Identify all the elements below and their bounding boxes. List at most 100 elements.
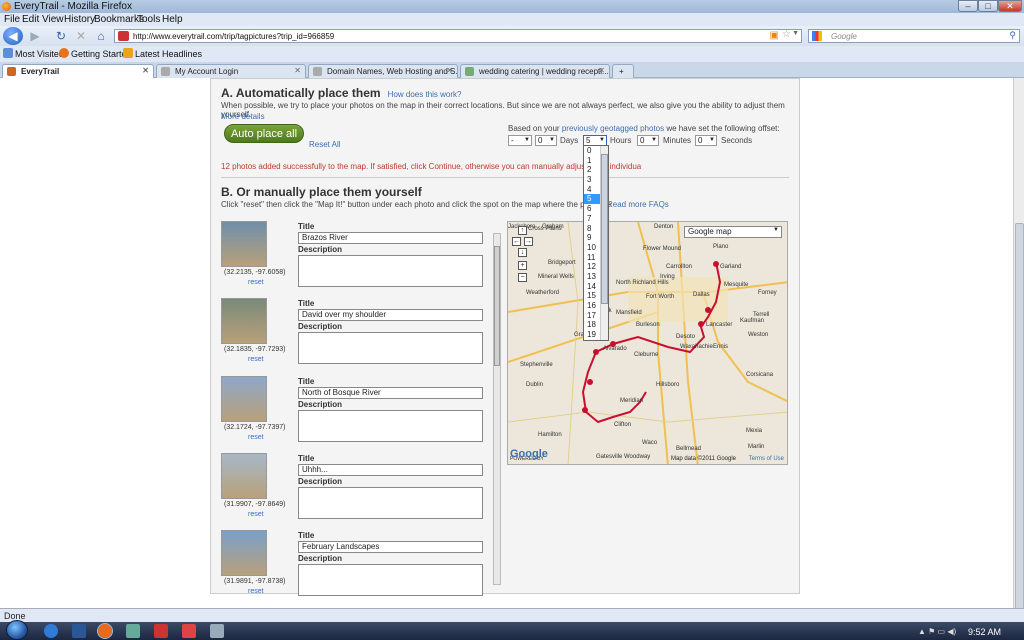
google-search-engine-icon[interactable] [812, 31, 822, 41]
reload-icon[interactable]: ↻ [52, 28, 70, 44]
close-tab-icon[interactable]: ✕ [142, 66, 149, 75]
more-details-link[interactable]: More details [221, 112, 265, 121]
app-icon[interactable] [154, 624, 168, 638]
minimize-button[interactable]: – [958, 0, 978, 12]
app-icon[interactable] [182, 624, 196, 638]
scrollbar-thumb[interactable] [494, 246, 500, 366]
how-does-this-work-link[interactable]: How does this work? [388, 90, 462, 99]
photo-marker[interactable] [705, 307, 711, 313]
photo-title-input[interactable]: North of Bosque River [298, 387, 483, 399]
search-magnifier-icon[interactable]: ⚲ [1009, 30, 1016, 41]
bookmark-latest-headlines[interactable]: Latest Headlines [135, 49, 202, 59]
photo-thumbnail[interactable] [221, 221, 267, 267]
menu-help[interactable]: Help [162, 14, 183, 25]
close-tab-icon[interactable]: ✕ [446, 66, 453, 75]
address-bar[interactable]: http://www.everytrail.com/trip/tagpictur… [114, 29, 802, 43]
menu-history[interactable]: History [64, 14, 95, 25]
menu-edit[interactable]: Edit [22, 14, 39, 25]
read-more-faqs-link[interactable]: Read more FAQs [607, 200, 669, 209]
forward-button[interactable]: ▶ [26, 28, 44, 44]
photo-reset-link[interactable]: reset [248, 511, 264, 518]
photo-reset-link[interactable]: reset [248, 279, 264, 286]
internet-explorer-icon[interactable] [44, 624, 58, 638]
site-favicon [118, 31, 129, 41]
photo-description-input[interactable] [298, 564, 483, 596]
tray-icons[interactable]: ▲ ⚑ ▭ ◀) [918, 627, 956, 636]
map-city-label: Waxahachie [680, 344, 713, 350]
terms-of-use-link[interactable]: Terms of Use [749, 456, 784, 462]
map-type-select[interactable]: Google map ▼ [684, 226, 782, 238]
menu-view[interactable]: View [42, 14, 64, 25]
home-icon[interactable]: ⌂ [92, 28, 110, 44]
photo-thumbnail[interactable] [221, 298, 267, 344]
start-button[interactable] [6, 620, 28, 640]
bookmark-star-icon[interactable]: ☆ [782, 29, 791, 40]
firefox-taskbar-icon[interactable] [97, 623, 113, 639]
photo-description-input[interactable] [298, 332, 483, 364]
bookmark-most-visited[interactable]: Most Visited [15, 49, 64, 59]
pan-right-icon[interactable]: → [524, 237, 533, 246]
zoom-out-icon[interactable]: − [518, 273, 527, 282]
photo-thumbnail[interactable] [221, 453, 267, 499]
url-dropdown-icon[interactable]: ▼ [792, 30, 799, 37]
minutes-select[interactable]: 0 ▼ [637, 135, 659, 146]
photo-title-input[interactable]: David over my shoulder [298, 309, 483, 321]
photo-list-scrollbar[interactable] [493, 233, 501, 585]
title-label: Title [298, 299, 315, 308]
photo-marker[interactable] [593, 349, 599, 355]
photo-marker[interactable] [587, 379, 593, 385]
photo-description-input[interactable] [298, 255, 483, 287]
pan-left-icon[interactable]: ← [512, 237, 521, 246]
stop-icon[interactable]: ✕ [72, 28, 90, 44]
close-tab-icon[interactable]: ✕ [598, 66, 605, 75]
photo-marker[interactable] [713, 261, 719, 267]
app-icon[interactable] [210, 624, 224, 638]
sign-select[interactable]: - ▼ [508, 135, 532, 146]
scrollbar-thumb[interactable] [1015, 223, 1024, 633]
google-map[interactable]: JacksboroDentonLewisvilleAllenPlanoFlowe… [507, 221, 788, 465]
dropdown-scrollbar[interactable] [600, 146, 608, 340]
back-button[interactable]: ◀ [3, 27, 23, 45]
reset-all-link[interactable]: Reset All [309, 140, 341, 149]
photo-description-input[interactable] [298, 410, 483, 442]
pan-down-icon[interactable]: ↓ [518, 248, 527, 257]
app-icon[interactable] [126, 624, 140, 638]
pan-up-icon[interactable]: ↑ [518, 226, 527, 235]
photo-marker[interactable] [582, 407, 588, 413]
word-icon[interactable] [72, 624, 86, 638]
close-button[interactable]: ✕ [998, 0, 1022, 12]
tab-domain-names[interactable]: Domain Names, Web Hosting and S... ✕ [308, 64, 458, 78]
close-tab-icon[interactable]: ✕ [294, 66, 301, 75]
menu-tools[interactable]: Tools [137, 14, 160, 25]
photo-title-input[interactable]: Brazos River [298, 232, 483, 244]
photo-reset-link[interactable]: reset [248, 588, 264, 595]
zoom-in-icon[interactable]: + [518, 261, 527, 270]
tab-everytrail[interactable]: EveryTrail ✕ [2, 64, 154, 78]
tab-my-account-login[interactable]: My Account Login ✕ [156, 64, 306, 78]
photo-thumbnail[interactable] [221, 530, 267, 576]
previously-geotagged-link[interactable]: previously geotagged photos [562, 124, 664, 133]
photo-title-input[interactable]: February Landscapes [298, 541, 483, 553]
maximize-button[interactable]: □ [978, 0, 998, 12]
tab-wedding-catering[interactable]: wedding catering | wedding recepti... ✕ [460, 64, 610, 78]
photo-title-input[interactable]: Uhhh... [298, 464, 483, 476]
search-box[interactable]: Google ⚲ [808, 29, 1020, 43]
menu-file[interactable]: File [4, 14, 20, 25]
photo-coordinates: (32.1724, -97.7397) [224, 424, 286, 431]
photo-marker[interactable] [698, 321, 704, 327]
new-tab-button[interactable]: + [612, 64, 634, 78]
map-city-label: Marlin [748, 444, 765, 450]
map-city-label: Plano [713, 244, 729, 250]
seconds-select[interactable]: 0 ▼ [695, 135, 717, 146]
photo-reset-link[interactable]: reset [248, 434, 264, 441]
photo-reset-link[interactable]: reset [248, 356, 264, 363]
rss-icon[interactable]: ▣ [770, 30, 779, 41]
photo-description-input[interactable] [298, 487, 483, 519]
days-select[interactable]: 0 ▼ [535, 135, 557, 146]
photo-thumbnail[interactable] [221, 376, 267, 422]
section-a-description: When possible, we try to place your phot… [221, 101, 785, 119]
page-scrollbar[interactable] [1013, 78, 1024, 633]
scrollbar-thumb[interactable] [601, 154, 608, 304]
auto-place-all-button[interactable]: Auto place all [224, 124, 304, 143]
url-text: http://www.everytrail.com/trip/tagpictur… [133, 32, 335, 41]
